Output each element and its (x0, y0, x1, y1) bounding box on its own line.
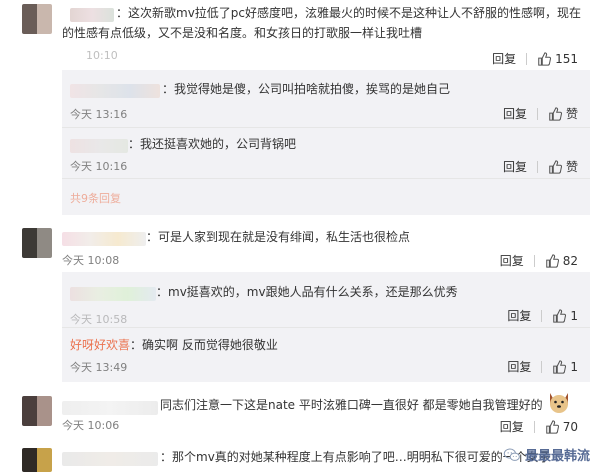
reply-actions: 回复 1 (507, 358, 578, 375)
reply-button[interactable]: 回复 (492, 50, 516, 67)
divider (526, 52, 528, 65)
divider (533, 254, 535, 267)
reply-text: ：我觉得她是傻，公司叫拍啥就拍傻，挨骂的是她自己 (162, 82, 451, 96)
reply-actions: 回复 赞 (503, 105, 578, 122)
thumbs-up-icon[interactable] (545, 419, 559, 434)
watermark-text: 最最最韩流 (524, 449, 590, 464)
thumbs-up-icon[interactable] (552, 359, 567, 374)
like-count: 70 (562, 419, 578, 434)
thumbs-up-icon[interactable] (545, 253, 559, 268)
divider (541, 309, 543, 322)
like-label: 赞 (565, 160, 578, 174)
thumbs-up-icon[interactable] (552, 308, 567, 323)
reply-time: 今天 10:58 (70, 313, 128, 326)
comment-text: 同志们注意一下这是nate 平时泫雅口碑一直很好 都是零她自我管理好的 (160, 398, 543, 412)
like-count: 151 (555, 51, 578, 66)
reply-button[interactable]: 回复 (500, 252, 524, 269)
divider (62, 178, 590, 179)
comment-text: ：可是人家到现在就是没有绯闻，私生活也很检点 (146, 230, 411, 244)
like-count: 1 (570, 308, 578, 323)
divider (541, 360, 543, 373)
comment-actions: 回复 82 (500, 252, 578, 269)
avatar[interactable] (22, 4, 52, 34)
comment-time: 10:10 (86, 49, 118, 62)
thumbs-up-icon[interactable] (548, 159, 562, 174)
divider (62, 127, 590, 128)
reply-time: 今天 13:49 (70, 361, 128, 374)
reply-button[interactable]: 回复 (500, 418, 524, 435)
avatar[interactable] (22, 448, 52, 472)
username-blurred[interactable] (70, 84, 160, 98)
comment-time: 今天 10:08 (62, 254, 120, 267)
like-count: 82 (562, 253, 578, 268)
username-blurred[interactable] (62, 232, 146, 246)
comment-text: ：那个mv真的对她某种程度上有点影响了吧…明明私下很可爱的一个女子 (160, 450, 551, 464)
reply-button[interactable]: 回复 (507, 358, 531, 375)
reply-button[interactable]: 回复 (503, 158, 527, 175)
comment-text: ：这次新歌mv拉低了pc好感度吧，泫雅最火的时候不是这种让人不舒服的性感啊，现在 (116, 6, 582, 20)
username-blurred[interactable] (62, 452, 158, 466)
comment-time: 今天 10:06 (62, 419, 120, 432)
reply-text: ：我还挺喜欢她的，公司背锅吧 (128, 137, 297, 151)
dog-emoji-icon (550, 393, 568, 413)
reply-actions: 回复 1 (507, 307, 578, 324)
like-count: 1 (570, 359, 578, 374)
avatar[interactable] (22, 228, 52, 258)
reply-actions: 回复 赞 (503, 158, 578, 175)
username-blurred[interactable] (62, 401, 158, 415)
comment-text-line2: 的性感有点低级，又不是没和名度。和女孩日的打歌服一样让我吐槽 (62, 26, 423, 40)
username-blurred[interactable] (70, 8, 114, 22)
watermark: 最最最韩流 (503, 445, 590, 464)
username-blurred[interactable] (70, 287, 156, 301)
reply-button[interactable]: 回复 (503, 105, 527, 122)
divider (533, 420, 535, 433)
wechat-icon (503, 448, 520, 461)
reply-text: ：mv挺喜欢的，mv跟她人品有什么关系，还是那么优秀 (156, 285, 458, 299)
divider (536, 107, 538, 120)
reply-username[interactable]: 好呀好欢喜 (70, 338, 130, 352)
thumbs-up-icon[interactable] (548, 106, 562, 121)
divider (536, 160, 538, 173)
reply-text-body: ：确实啊 反而觉得她很敬业 (130, 338, 278, 352)
thumbs-up-icon[interactable] (537, 51, 552, 66)
username-blurred[interactable] (70, 139, 128, 153)
like-label: 赞 (565, 107, 578, 121)
reply-text: 好呀好欢喜：确实啊 反而觉得她很敬业 (70, 336, 278, 355)
divider (62, 327, 590, 328)
reply-time: 今天 10:16 (70, 160, 128, 173)
comment-actions: 回复 151 (492, 50, 578, 67)
comment-actions: 回复 70 (500, 418, 578, 435)
reply-time: 今天 13:16 (70, 108, 128, 121)
reply-button[interactable]: 回复 (507, 307, 531, 324)
avatar[interactable] (22, 396, 52, 426)
more-replies-link[interactable]: 共9条回复 (70, 190, 121, 206)
